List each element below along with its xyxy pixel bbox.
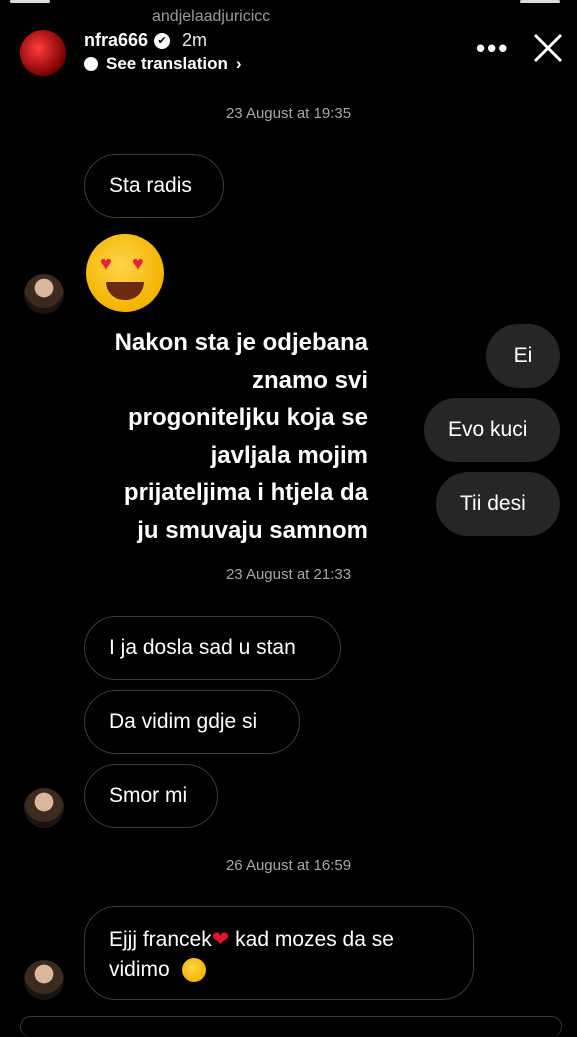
story-author[interactable]: nfra666 ✔ 2m <box>84 30 207 51</box>
story-text-line: progoniteljku koja se <box>127 404 368 431</box>
incoming-message[interactable]: Smor mi <box>84 764 218 828</box>
message-input-edge[interactable] <box>20 1016 562 1037</box>
message-text: Ei <box>513 344 533 367</box>
outgoing-message[interactable]: Ei <box>486 324 560 388</box>
message-timestamp: 23 August at 21:33 <box>225 566 352 583</box>
story-text-line: ju smuvaju samnom <box>137 516 368 544</box>
story-text-line: prijateljima i htjela da <box>123 479 368 506</box>
heart-eyes-emoji: ♥ ♥ <box>86 234 164 312</box>
message-text: Smor mi <box>109 784 188 807</box>
story-progress-bar <box>520 0 560 3</box>
more-options-icon[interactable]: ••• <box>476 33 509 64</box>
heart-eyes-emoji <box>181 958 206 983</box>
story-text-line: Nakon sta je odjebana <box>114 329 368 356</box>
incoming-message[interactable]: Ejjj francek❤ kad mozes da se vidimo <box>84 906 474 1000</box>
outgoing-message[interactable]: Tii desi <box>436 472 560 536</box>
message-text: Evo kuci <box>448 418 528 441</box>
story-text-line: znamo svi <box>251 366 368 394</box>
time-ago: 2m <box>182 30 208 50</box>
incoming-message[interactable]: I ja dosla sad u stan <box>84 616 341 680</box>
see-translation-button[interactable]: See translation › <box>84 54 242 74</box>
incoming-message[interactable]: Sta radis <box>84 154 224 218</box>
message-text: I ja dosla sad u stan <box>109 636 296 659</box>
story-author-avatar[interactable] <box>20 30 66 76</box>
sender-avatar[interactable] <box>24 788 64 828</box>
message-text: Ejjj francek❤ kad mozes da se vidimo <box>109 928 394 983</box>
sender-avatar[interactable] <box>24 960 64 1000</box>
translate-icon <box>84 57 98 71</box>
message-timestamp: 26 August at 16:59 <box>225 857 352 874</box>
incoming-message[interactable]: Da vidim gdje si <box>84 690 300 754</box>
outgoing-message[interactable]: Evo kuci <box>424 398 560 462</box>
message-text: Tii desi <box>460 492 526 515</box>
message-text: Da vidim gdje si <box>109 710 258 733</box>
sender-avatar[interactable] <box>24 274 64 314</box>
red-heart-icon: ❤ <box>211 928 230 951</box>
story-text-line: javljala mojim <box>210 441 368 469</box>
chevron-right-icon: › <box>235 54 242 73</box>
story-progress-bar <box>10 0 50 3</box>
verified-icon: ✔ <box>154 32 171 49</box>
message-timestamp: 23 August at 19:35 <box>225 105 352 122</box>
story-overlay-text: Nakon sta je odjebana znamo svi progonit… <box>40 324 368 549</box>
close-icon[interactable] <box>530 30 566 66</box>
message-text: Sta radis <box>109 174 192 197</box>
previous-username: andjelaadjuricicc <box>152 8 271 25</box>
see-translation-label: See translation <box>106 54 228 73</box>
username-label: nfra666 <box>84 30 149 50</box>
